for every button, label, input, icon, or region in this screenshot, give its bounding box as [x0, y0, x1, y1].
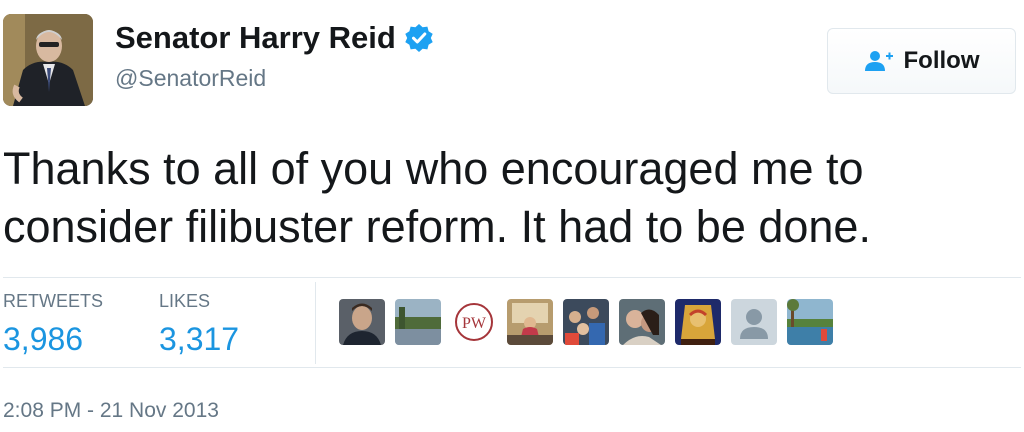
follow-button[interactable]: Follow [827, 28, 1016, 94]
likes-stat[interactable]: LIKES 3,317 [159, 291, 239, 359]
divider-bottom [3, 367, 1021, 368]
retweets-count[interactable]: 3,986 [3, 319, 103, 359]
liker-avatars: PW [339, 299, 843, 345]
follow-button-label: Follow [903, 47, 980, 74]
display-name[interactable]: Senator Harry Reid [115, 20, 434, 56]
tweet-timestamp[interactable]: 2:08 PM - 21 Nov 2013 [3, 398, 219, 424]
liker-avatar-9[interactable] [787, 299, 833, 345]
retweets-label: RETWEETS [3, 291, 104, 311]
liker-avatar-2[interactable] [395, 299, 441, 345]
liker-avatar-6[interactable] [619, 299, 665, 345]
default-avatar-icon[interactable] [731, 299, 777, 345]
add-user-icon [864, 50, 894, 72]
likes-count[interactable]: 3,317 [159, 319, 239, 359]
user-handle[interactable]: @SenatorReid [115, 64, 266, 92]
stats-separator [315, 282, 316, 364]
user-avatar[interactable] [3, 14, 93, 106]
liker-badge-text: PW [462, 315, 487, 332]
retweets-stat[interactable]: RETWEETS 3,986 [3, 291, 103, 359]
liker-avatar-4[interactable] [507, 299, 553, 345]
liker-avatar-1[interactable] [339, 299, 385, 345]
divider-top [3, 277, 1021, 278]
liker-avatar-7[interactable] [675, 299, 721, 345]
verified-badge-icon [404, 23, 434, 53]
liker-avatar-5[interactable] [563, 299, 609, 345]
likes-label: LIKES [159, 291, 211, 311]
tweet-text: Thanks to all of you who encouraged me t… [3, 143, 871, 252]
display-name-text[interactable]: Senator Harry Reid [115, 20, 396, 56]
liker-avatar-3[interactable]: PW [451, 299, 497, 345]
